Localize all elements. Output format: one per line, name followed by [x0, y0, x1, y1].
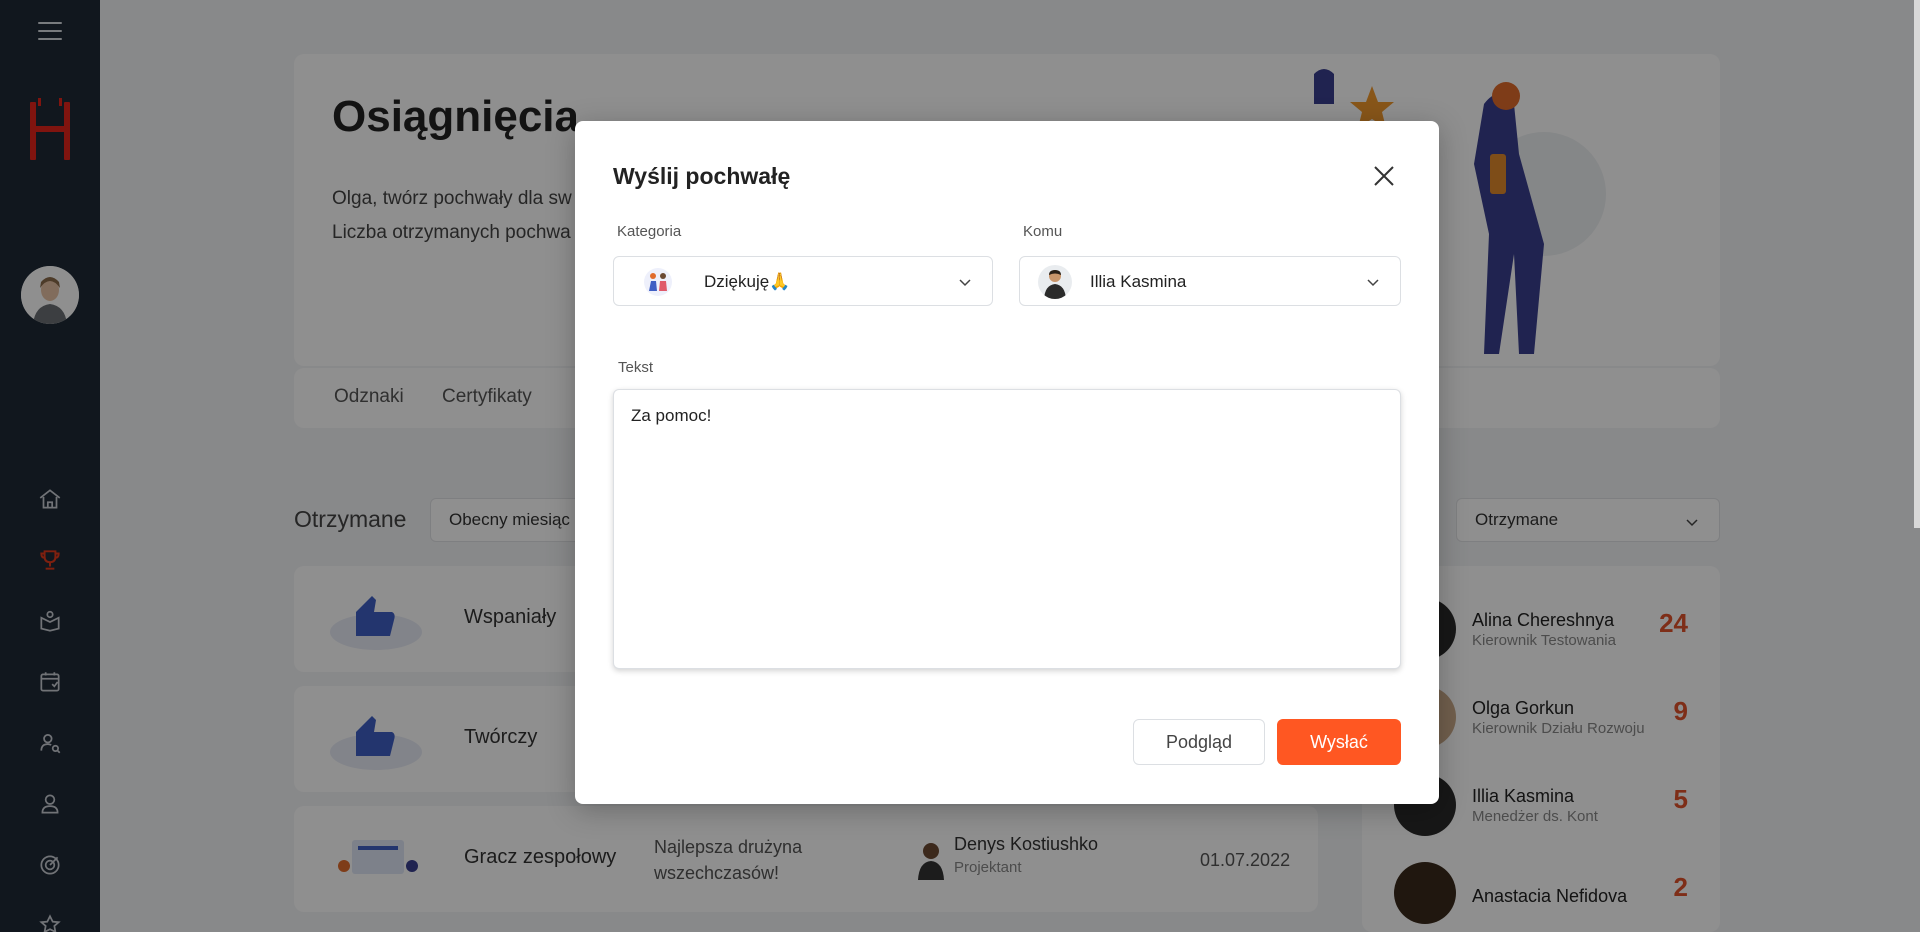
close-icon[interactable]: [1371, 163, 1397, 189]
preview-button[interactable]: Podgląd: [1133, 719, 1265, 765]
recipient-select[interactable]: Illia Kasmina: [1019, 256, 1401, 306]
text-label: Tekst: [618, 359, 654, 376]
recipient-label: Komu: [1023, 223, 1063, 240]
category-icon: [644, 268, 672, 296]
modal-title: Wyślij pochwałę: [613, 163, 791, 189]
chevron-down-icon: [1367, 279, 1379, 287]
recipient-value: Illia Kasmina: [1090, 272, 1187, 291]
send-praise-modal: Wyślij pochwałę Kategoria Dziękuję🙏 Komu…: [575, 121, 1439, 804]
chevron-down-icon: [959, 279, 971, 287]
send-button[interactable]: Wysłać: [1277, 719, 1401, 765]
scrollbar[interactable]: [1914, 0, 1920, 528]
category-select[interactable]: Dziękuję🙏: [613, 256, 993, 306]
category-label: Kategoria: [617, 223, 682, 240]
recipient-avatar: [1038, 265, 1072, 299]
praise-text-input[interactable]: Za pomoc!: [613, 389, 1401, 669]
category-value: Dziękuję🙏: [704, 272, 791, 291]
